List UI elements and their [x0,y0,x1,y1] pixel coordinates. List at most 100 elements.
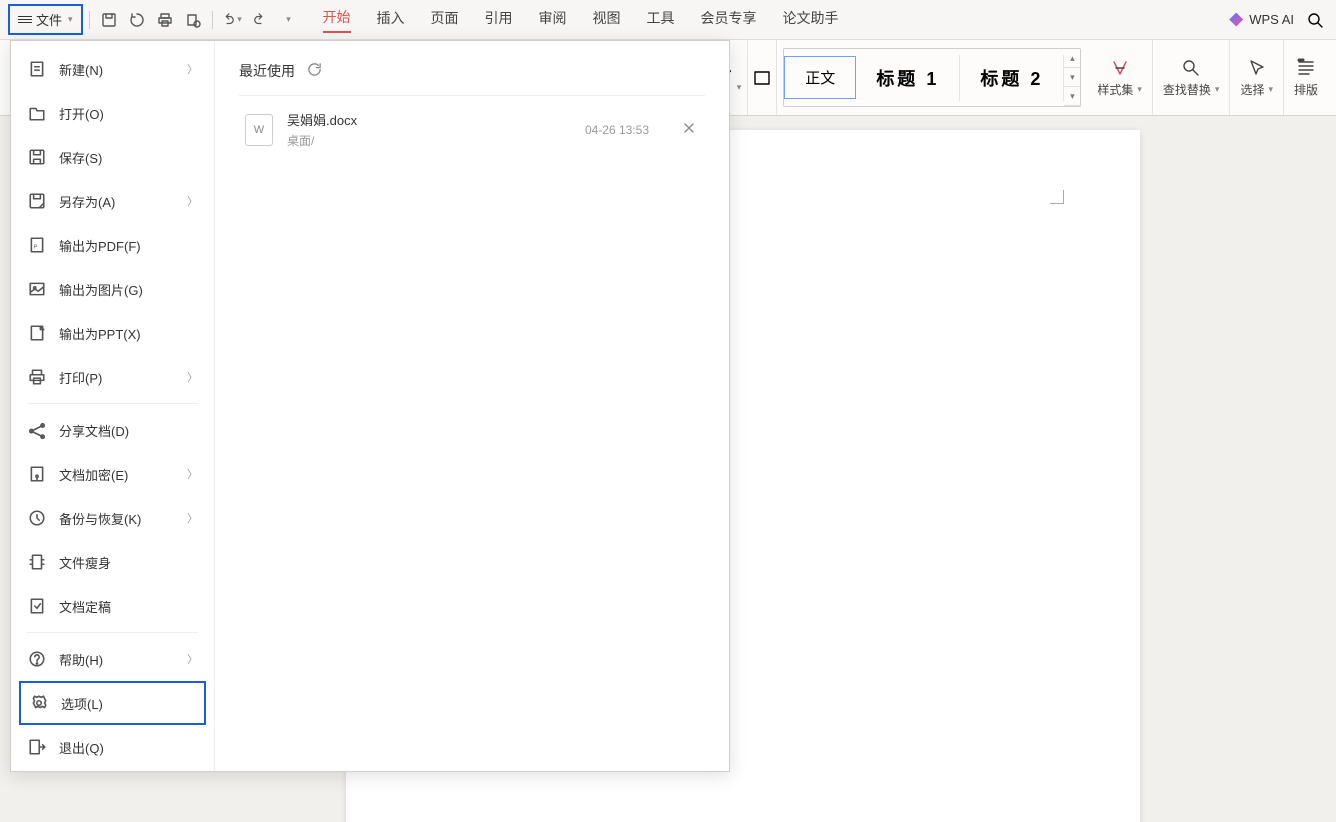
tab-8[interactable]: 论文助手 [783,8,839,32]
recent-file-location: 桌面/ [287,132,585,149]
file-menu-button[interactable]: 文件 ▾ [8,4,83,35]
menu-item-label: 输出为PDF(F) [59,236,141,255]
search-button[interactable] [1302,7,1328,33]
print-qat-button[interactable] [152,7,178,33]
file-menu-item-exportimg[interactable]: 输出为图片(G) [11,267,214,311]
file-menu-label: 文件 [36,10,62,29]
tab-5[interactable]: 视图 [593,8,621,32]
file-menu-item-slim[interactable]: 文件瘦身 [11,540,214,584]
chevron-right-icon: 〉 [187,651,198,667]
file-menu-item-save[interactable]: 保存(S) [11,135,214,179]
style-option-0[interactable]: 正文 [784,56,856,99]
file-menu-item-backup[interactable]: 备份与恢复(K) 〉 [11,496,214,540]
hamburger-icon [18,16,32,23]
file-menu-item-new[interactable]: 新建(N) 〉 [11,47,214,91]
options-icon [29,693,49,713]
chevron-right-icon: 〉 [187,510,198,526]
menu-item-label: 文档定稿 [59,597,111,616]
img-icon [27,279,47,299]
saveas-icon [27,191,47,211]
remove-recent-button[interactable] [679,117,699,143]
tab-4[interactable]: 审阅 [539,8,567,32]
menu-item-label: 新建(N) [59,60,103,79]
menu-item-label: 输出为PPT(X) [59,324,141,343]
style-option-1[interactable]: 标题 1 [856,55,960,101]
tab-1[interactable]: 插入 [377,8,405,32]
save-icon [27,147,47,167]
recent-files-panel: 最近使用 W 吴娟娟.docx 桌面/04-26 13:53 [215,41,729,771]
file-menu-item-encrypt[interactable]: 文档加密(E) 〉 [11,452,214,496]
backup-icon [27,508,47,528]
select-button[interactable]: 选择▾ [1230,40,1284,115]
file-menu-item-help[interactable]: 帮助(H) 〉 [11,637,214,681]
file-menu-item-open[interactable]: 打开(O) [11,91,214,135]
recent-file-time: 04-26 13:53 [585,123,649,137]
menu-item-label: 帮助(H) [59,650,103,669]
select-label: 选择 [1240,81,1264,98]
separator [89,11,90,29]
menu-item-label: 输出为图片(G) [59,280,143,299]
doc-icon: W [245,114,273,146]
lock-icon [27,464,47,484]
redo-button[interactable] [247,7,273,33]
cursor-icon [1247,58,1267,78]
wps-ai-button[interactable]: WPS AI [1229,12,1294,27]
file-menu-list: 新建(N)〉打开(O)保存(S)另存为(A)〉P输出为PDF(F)输出为图片(G… [11,41,215,771]
file-menu-item-share[interactable]: 分享文档(D) [11,408,214,452]
recent-file-item[interactable]: W 吴娟娟.docx 桌面/04-26 13:53 [239,96,705,163]
menu-item-label: 文档加密(E) [59,465,128,484]
style-gallery-more[interactable]: ▾ [1064,87,1080,106]
undo-history-button[interactable] [124,7,150,33]
style-gallery[interactable]: 正文标题 1标题 2 ▴ ▾ ▾ [783,48,1081,107]
find-replace-button[interactable]: 查找替换▾ [1153,40,1231,115]
refresh-button[interactable] [307,62,322,80]
save-qat-button[interactable] [96,7,122,33]
qat-dropdown[interactable]: ▾ [275,7,301,33]
menu-item-label: 打开(O) [59,104,104,123]
menu-item-label: 备份与恢复(K) [59,509,141,528]
file-menu-item-exit[interactable]: 退出(Q) [11,725,214,769]
file-menu-item-final[interactable]: 文档定稿 [11,584,214,628]
undo-button[interactable]: ▾ [219,7,245,33]
layout-button[interactable]: 排版 [1284,40,1328,115]
exit-icon [27,737,47,757]
menu-item-label: 另存为(A) [59,192,115,211]
tab-3[interactable]: 引用 [485,8,513,32]
layout-label: 排版 [1294,81,1318,98]
page-margin-marker [1050,190,1064,204]
print-preview-button[interactable] [180,7,206,33]
new-icon [27,59,47,79]
tab-7[interactable]: 会员专享 [701,8,757,32]
style-set-button[interactable]: 样式集▾ [1087,40,1153,115]
slim-icon [27,552,47,572]
share-icon [27,420,47,440]
find-replace-label: 查找替换 [1163,81,1211,98]
text-box-button[interactable] [754,71,770,85]
chevron-down-icon: ▾ [68,14,73,25]
style-gallery-up[interactable]: ▴ [1064,49,1080,68]
find-icon [1181,58,1201,78]
chevron-right-icon: 〉 [187,61,198,77]
file-menu-item-options[interactable]: 选项(L) [19,681,206,725]
chevron-right-icon: 〉 [187,466,198,482]
recent-header-label: 最近使用 [239,61,295,81]
menu-item-label: 退出(Q) [59,738,104,757]
file-menu-item-exportpdf[interactable]: P 输出为PDF(F) [11,223,214,267]
style-option-2[interactable]: 标题 2 [960,55,1064,101]
chevron-right-icon: 〉 [187,193,198,209]
menu-divider [27,632,198,633]
menu-item-label: 保存(S) [59,148,102,167]
layout-icon [1296,58,1316,78]
pdf-icon: P [27,235,47,255]
tab-2[interactable]: 页面 [431,8,459,32]
file-menu-item-exportppt[interactable]: 输出为PPT(X) [11,311,214,355]
top-menu-bar: 文件 ▾ ▾ ▾ 开始 插入 页面 引用 审阅 视图 工具 会员专享 论文助手 WPS AI [0,0,1336,40]
file-menu-item-print[interactable]: 打印(P)〉 [11,355,214,399]
menu-item-label: 分享文档(D) [59,421,129,440]
file-menu-item-saveas[interactable]: 另存为(A) 〉 [11,179,214,223]
help-icon [27,649,47,669]
tab-0[interactable]: 开始 [323,7,351,33]
style-gallery-down[interactable]: ▾ [1064,68,1080,87]
recent-file-name: 吴娟娟.docx [287,110,585,129]
tab-6[interactable]: 工具 [647,8,675,32]
